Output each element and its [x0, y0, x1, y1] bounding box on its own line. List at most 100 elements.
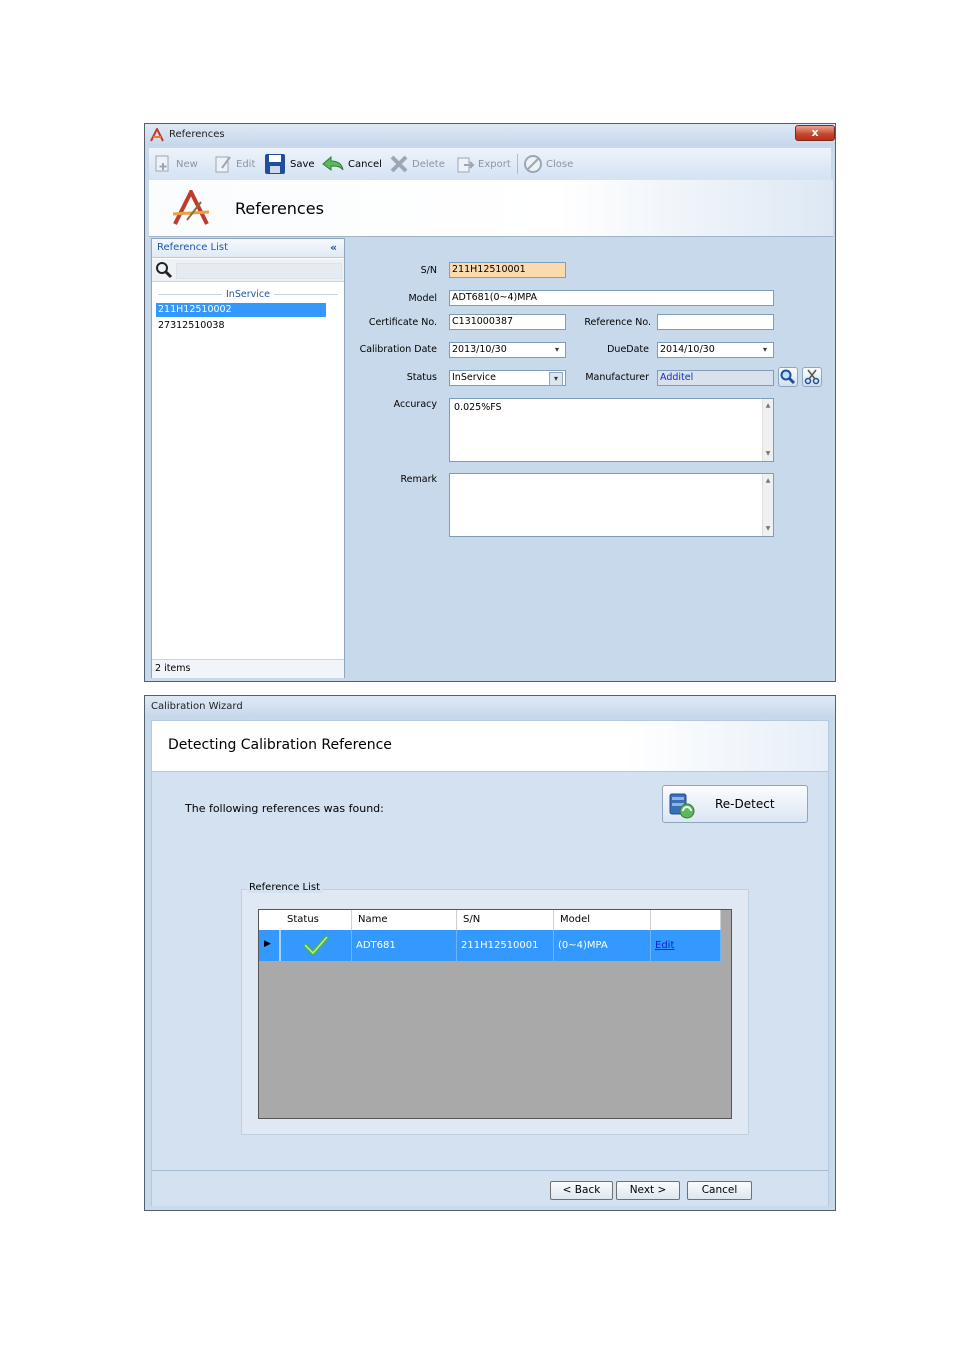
scroll-up-icon[interactable]: ▲	[763, 476, 773, 486]
sn-label: S/N	[420, 265, 437, 276]
reference-list-title: Reference List	[157, 242, 229, 253]
found-text: The following references was found:	[185, 802, 384, 815]
manufacturer-field[interactable]: Additel	[657, 370, 774, 386]
status-cell	[281, 930, 352, 961]
scroll-down-icon[interactable]: ▼	[763, 524, 773, 534]
references-app-icon	[150, 128, 164, 142]
window-title: Calibration Wizard	[151, 701, 243, 712]
column-header-sn[interactable]: S/N	[457, 910, 554, 930]
row-header[interactable]: ▶	[259, 930, 281, 961]
manufacturer-search-button[interactable]	[778, 367, 798, 387]
model-cell: (0~4)MPA	[554, 930, 651, 961]
checkmark-icon	[303, 935, 329, 955]
group-label: InService	[222, 289, 274, 300]
due-date-picker[interactable]: 2014/10/30 ▾	[657, 342, 774, 358]
accuracy-label: Accuracy	[393, 399, 437, 410]
scrollbar[interactable]: ▲ ▼	[762, 474, 773, 536]
wizard-heading: Detecting Calibration Reference	[168, 737, 392, 753]
list-item[interactable]: 211H12510002	[156, 303, 326, 317]
back-button[interactable]: < Back	[550, 1181, 613, 1200]
title-bar: Calibration Wizard	[145, 696, 835, 718]
remark-textarea[interactable]: ▲ ▼	[449, 473, 774, 537]
current-row-icon: ▶	[264, 939, 271, 949]
reference-list-header: Reference List «	[152, 239, 344, 258]
reference-grid: Status Name S/N Model ▶ ADT681 211H12510…	[258, 909, 732, 1119]
reference-list-panel: Reference List « InService 211H12510002 …	[151, 238, 345, 678]
close-icon: x	[811, 126, 819, 139]
calibration-wizard-window: Calibration Wizard Detecting Calibration…	[144, 695, 836, 1211]
manufacturer-label: Manufacturer	[585, 372, 649, 383]
magnifier-icon	[780, 369, 796, 385]
search-input[interactable]	[176, 263, 342, 279]
name-cell: ADT681	[352, 930, 457, 961]
close-circle-icon	[524, 155, 542, 173]
scissors-icon	[804, 369, 820, 385]
cancel-button[interactable]: Cancel	[321, 154, 382, 174]
calendar-dropdown-icon[interactable]: ▾	[759, 344, 771, 356]
accuracy-value: 0.025%FS	[454, 402, 502, 413]
page-title: References	[235, 199, 324, 218]
redetect-label: Re-Detect	[715, 797, 775, 811]
scrollbar[interactable]: ▲ ▼	[762, 399, 773, 461]
search-bar	[152, 259, 344, 282]
undo-arrow-icon	[322, 155, 344, 171]
item-count: 2 items	[155, 663, 191, 674]
list-footer: 2 items	[152, 659, 344, 678]
references-logo-icon	[172, 190, 210, 225]
delete-button[interactable]: Delete	[389, 154, 445, 174]
calibration-date-value: 2013/10/30	[452, 344, 507, 355]
column-header-model[interactable]: Model	[554, 910, 651, 930]
save-button[interactable]: Save	[263, 154, 315, 174]
export-button[interactable]: Export	[455, 154, 511, 174]
remark-label: Remark	[400, 474, 437, 485]
edit-link[interactable]: Edit	[655, 940, 674, 951]
toolbar: New Edit Save Cancel Delete Export Close	[149, 148, 831, 181]
export-icon	[457, 157, 475, 173]
due-date-label: DueDate	[607, 344, 649, 355]
scroll-up-icon[interactable]: ▲	[763, 401, 773, 411]
due-date-value: 2014/10/30	[660, 344, 715, 355]
action-cell: Edit	[651, 930, 721, 961]
column-header-status[interactable]: Status	[281, 910, 352, 930]
calibration-date-picker[interactable]: 2013/10/30 ▾	[449, 342, 566, 358]
redetect-icon	[669, 793, 695, 819]
page-header: References	[149, 180, 833, 237]
model-label: Model	[408, 293, 437, 304]
new-icon	[155, 155, 169, 172]
scroll-down-icon[interactable]: ▼	[763, 449, 773, 459]
certificate-label: Certificate No.	[368, 317, 437, 328]
window-title: References	[169, 129, 225, 140]
edit-icon	[215, 156, 231, 173]
list-item[interactable]: 27312510038	[156, 319, 326, 333]
sn-cell: 211H12510001	[457, 930, 554, 961]
edit-button[interactable]: Edit	[213, 154, 255, 174]
references-window: References x New Edit Save Cancel Delete…	[144, 123, 836, 682]
new-button[interactable]: New	[153, 154, 198, 174]
wizard-header: Detecting Calibration Reference	[151, 720, 829, 772]
save-icon	[265, 154, 285, 174]
cancel-button[interactable]: Cancel	[687, 1181, 752, 1200]
calibration-date-label: Calibration Date	[359, 344, 437, 355]
model-field[interactable]: ADT681(0~4)MPA	[449, 290, 774, 306]
toolbar-separator	[517, 154, 518, 174]
sn-field[interactable]: 211H12510001	[449, 262, 566, 278]
collapse-icon[interactable]: «	[330, 241, 337, 254]
delete-icon	[390, 155, 408, 173]
reference-no-field[interactable]	[657, 314, 774, 330]
status-select[interactable]: InService ▾	[449, 370, 566, 386]
search-icon[interactable]	[155, 261, 173, 279]
chevron-down-icon[interactable]: ▾	[549, 372, 563, 386]
close-button[interactable]: Close	[523, 154, 573, 174]
redetect-button[interactable]: Re-Detect	[662, 785, 808, 823]
reference-no-label: Reference No.	[584, 317, 651, 328]
window-close-button[interactable]: x	[795, 125, 835, 141]
status-label: Status	[406, 372, 437, 383]
accuracy-textarea[interactable]: 0.025%FS ▲ ▼	[449, 398, 774, 462]
title-bar: References x	[145, 124, 835, 146]
next-button[interactable]: Next >	[616, 1181, 680, 1200]
certificate-field[interactable]: C131000387	[449, 314, 566, 330]
group-label: Reference List	[247, 882, 323, 893]
column-header-name[interactable]: Name	[352, 910, 457, 930]
status-value: InService	[452, 372, 496, 383]
manufacturer-clear-button[interactable]	[802, 367, 822, 387]
